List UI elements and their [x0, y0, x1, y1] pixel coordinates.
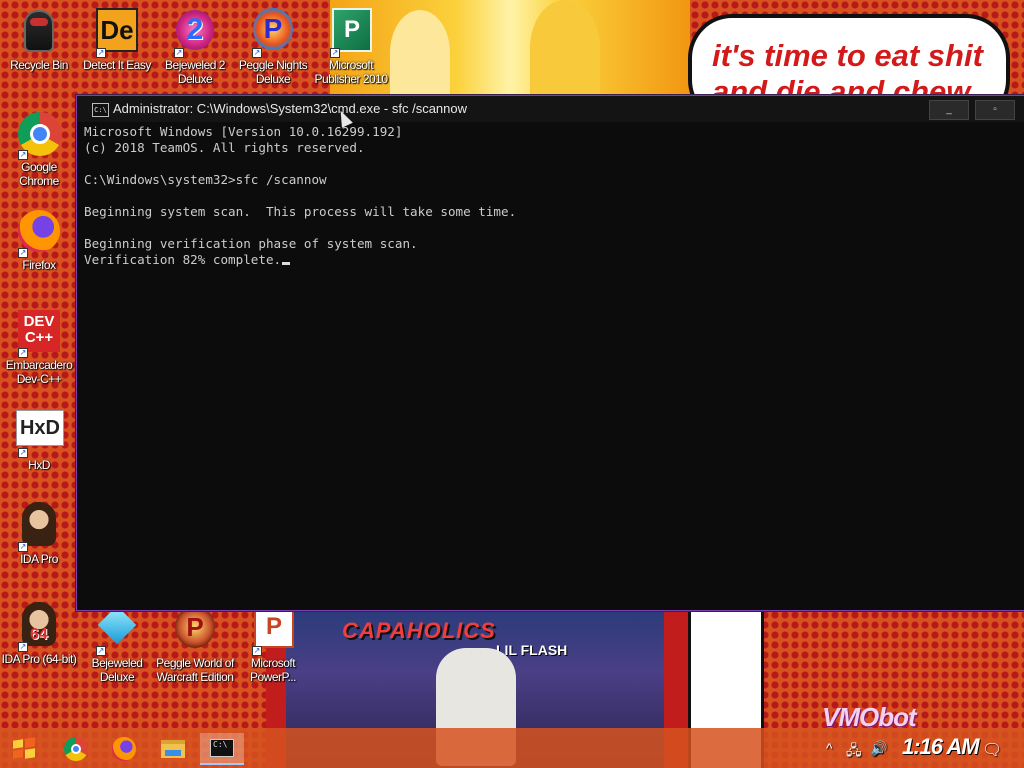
desktop-icon-label: Recycle Bin [10, 58, 68, 72]
desktop-icon-bejeweled[interactable]: ↗ Bejeweled Deluxe [78, 605, 156, 684]
taskbar-cmd[interactable]: C:\ [200, 733, 244, 765]
firefox-icon: ↗ [16, 208, 62, 258]
maximize-button[interactable]: ▫ [975, 100, 1015, 120]
network-icon[interactable]: 🖧 [846, 740, 862, 764]
minimize-button[interactable]: _ [929, 100, 969, 120]
peggle-nights-glyph: P [253, 8, 293, 50]
desktop-icon-label: Bejeweled 2 Deluxe [165, 58, 225, 86]
shortcut-arrow-icon: ↗ [96, 48, 106, 58]
publisher-icon: P ↗ [328, 8, 374, 58]
bejeweled-icon: ↗ [94, 605, 140, 656]
console-progress-text: Verification 82% complete. [84, 252, 282, 267]
taskbar-clock[interactable]: 1:16 AM [902, 734, 980, 760]
shortcut-arrow-icon: ↗ [96, 646, 106, 656]
cmd-console-output[interactable]: Microsoft Windows [Version 10.0.16299.19… [84, 124, 1014, 604]
terminal-icon: C:\ [92, 103, 109, 117]
desktop-icon-publisher[interactable]: P ↗ Microsoft Publisher 2010 [312, 8, 390, 86]
desktop-icon-label: Peggle Nights Deluxe [238, 58, 308, 86]
text-cursor [282, 262, 291, 265]
ida-pro-64-icon: 64 ↗ [16, 602, 62, 652]
devcpp-glyph: DEV C++ [18, 310, 60, 352]
desktop-icon-powerpoint[interactable]: P ↗ Microsoft PowerP... [234, 606, 312, 684]
notifications-icon[interactable]: 🗨 [982, 740, 1002, 760]
desktop-icon-hxd[interactable]: HxD ↗ HxD [0, 408, 78, 472]
bejeweled-2-icon: 2 ↗ [172, 8, 218, 58]
tray-chevron-icon[interactable]: ^ [826, 740, 833, 756]
desktop-icon-label: Firefox [22, 258, 56, 272]
cmd-title-bar[interactable]: C:\ Administrator: C:\Windows\System32\c… [77, 96, 1024, 122]
folder-icon [161, 740, 185, 758]
peggle-nights-icon: P ↗ [250, 8, 296, 58]
desktop-icon-peggle-nights[interactable]: P ↗ Peggle Nights Deluxe [234, 8, 312, 86]
peggle-wow-icon: P [172, 606, 218, 652]
ida-64-badge: 64 [30, 626, 48, 643]
album-title: CAPAHOLICS [342, 618, 496, 643]
desktop-icon-ida-pro[interactable]: ↗ IDA Pro [0, 502, 78, 566]
detect-it-easy-icon: De ↗ [94, 8, 140, 58]
terminal-icon: C:\ [210, 739, 234, 757]
console-line: Microsoft Windows [Version 10.0.16299.19… [84, 124, 403, 139]
desktop-icon-recycle-bin[interactable]: Recycle Bin [0, 8, 78, 72]
desktop-icon-bejeweled-2[interactable]: 2 ↗ Bejeweled 2 Deluxe [156, 8, 234, 86]
desktop-icon-detect-it-easy[interactable]: De ↗ Detect It Easy [78, 8, 156, 72]
windows-logo-icon [13, 737, 35, 760]
shortcut-arrow-icon: ↗ [18, 150, 28, 160]
chrome-icon [64, 737, 88, 761]
taskbar-file-explorer[interactable] [155, 733, 191, 765]
shortcut-arrow-icon: ↗ [330, 48, 340, 58]
desktop-icon-label: Peggle World of Warcraft Edition [156, 656, 234, 684]
bejeweled-2-glyph: 2 [176, 10, 214, 50]
console-line: C:\Windows\system32>sfc /scannow [84, 172, 327, 187]
console-line: Beginning verification phase of system s… [84, 236, 418, 251]
console-line: (c) 2018 TeamOS. All rights reserved. [84, 140, 365, 155]
devcpp-icon: DEV C++ ↗ [16, 308, 62, 358]
shortcut-arrow-icon: ↗ [252, 646, 262, 656]
console-line: Beginning system scan. This process will… [84, 204, 517, 219]
taskbar-chrome[interactable] [58, 733, 94, 765]
desktop-icon-label: Microsoft PowerP... [250, 656, 296, 684]
desktop-icon-label: HxD [28, 458, 50, 472]
desktop-icon-label: Detect It Easy [83, 58, 151, 72]
shortcut-arrow-icon: ↗ [174, 48, 184, 58]
shortcut-arrow-icon: ↗ [18, 348, 28, 358]
detect-it-easy-glyph: De [96, 8, 138, 52]
desktop-icon-devcpp[interactable]: DEV C++ ↗ Embarcadero Dev-C++ [0, 308, 78, 386]
desktop-icon-label: Google Chrome [19, 160, 59, 188]
shortcut-arrow-icon: ↗ [252, 48, 262, 58]
desktop-icon-ida-pro-64[interactable]: 64 ↗ IDA Pro (64-bit) [0, 602, 78, 666]
desktop-icon-label: IDA Pro [20, 552, 58, 566]
cmd-window[interactable]: C:\ Administrator: C:\Windows\System32\c… [76, 95, 1024, 611]
shortcut-arrow-icon: ↗ [18, 448, 28, 458]
recycle-bin-icon [16, 8, 62, 54]
hxd-glyph: HxD [16, 410, 64, 446]
powerpoint-icon: P ↗ [250, 606, 296, 656]
desktop-icon-label: IDA Pro (64-bit) [1, 652, 77, 666]
chrome-icon: ↗ [16, 110, 62, 160]
desktop-icon-peggle-wow[interactable]: P Peggle World of Warcraft Edition [156, 606, 234, 684]
desktop-icon-label: Bejeweled Deluxe [91, 656, 143, 684]
shortcut-arrow-icon: ↗ [18, 248, 28, 258]
ida-pro-icon: ↗ [16, 502, 62, 552]
firefox-icon [112, 737, 136, 761]
volume-icon[interactable]: 🔊 [870, 740, 887, 757]
desktop-icon-firefox[interactable]: ↗ Firefox [0, 208, 78, 272]
desktop-icon-chrome[interactable]: ↗ Google Chrome [0, 110, 78, 188]
shortcut-arrow-icon: ↗ [18, 542, 28, 552]
console-progress-line: Verification 82% complete. [84, 252, 1014, 268]
taskbar-firefox[interactable] [106, 733, 142, 765]
hxd-icon: HxD ↗ [16, 408, 64, 458]
shortcut-arrow-icon: ↗ [18, 642, 28, 652]
desktop-icon-label: Embarcadero Dev-C++ [5, 358, 73, 386]
start-button[interactable] [6, 733, 42, 765]
desktop-icon-label: Microsoft Publisher 2010 [314, 58, 388, 86]
cmd-window-title: Administrator: C:\Windows\System32\cmd.e… [113, 101, 468, 116]
